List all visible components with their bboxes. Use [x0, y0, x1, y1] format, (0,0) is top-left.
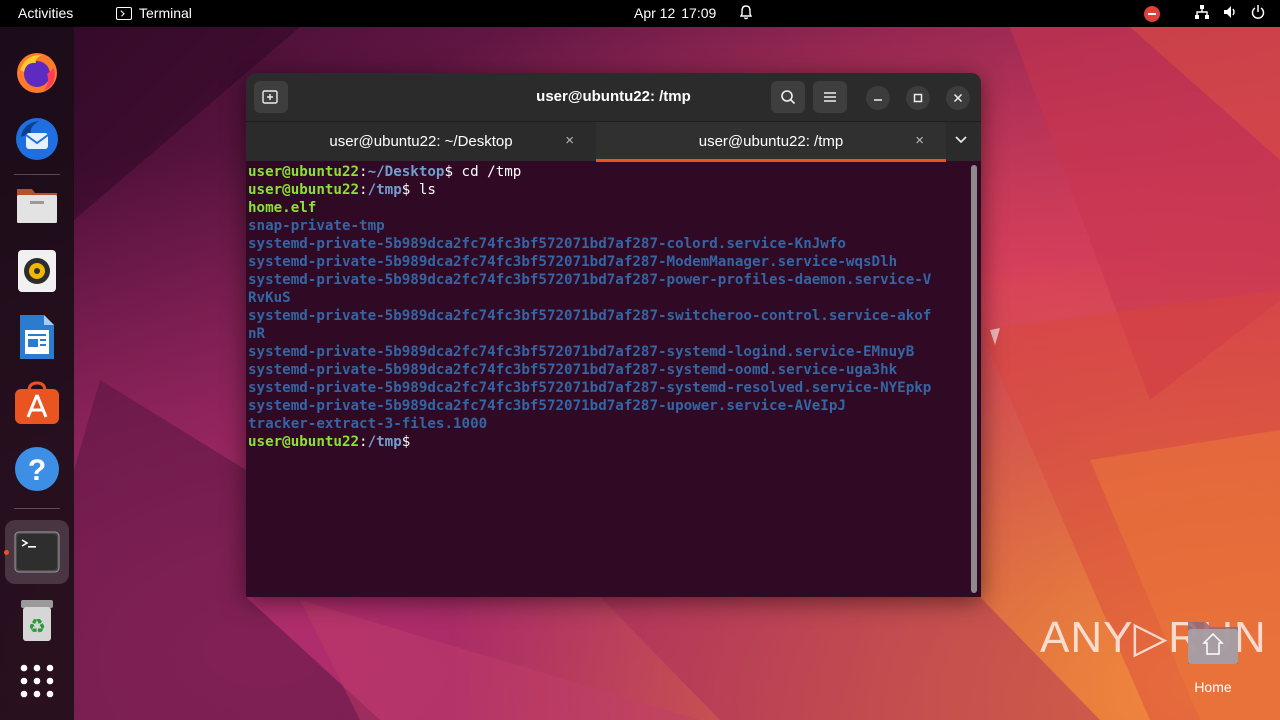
notification-bell-icon[interactable]: [738, 4, 754, 24]
tab-label: user@ubuntu22: /tmp: [698, 133, 844, 150]
activities-button[interactable]: Activities: [18, 5, 73, 21]
chevron-down-icon[interactable]: [953, 131, 969, 147]
search-button[interactable]: [771, 81, 805, 113]
terminal-window: user@ubuntu22: /tmp user@ubuntu22: ~/Des…: [246, 73, 981, 597]
prompt-colon: :: [359, 434, 368, 450]
terminal-line: systemd-private-5b989dca2fc74fc3bf572071…: [248, 343, 981, 361]
help-icon[interactable]: ?: [11, 443, 63, 495]
directory-entry: nR: [248, 326, 266, 342]
trash-icon[interactable]: ♻: [11, 594, 63, 646]
tab-bar: user@ubuntu22: ~/Desktop × user@ubuntu22…: [246, 121, 981, 162]
terminal-line: systemd-private-5b989dca2fc74fc3bf572071…: [248, 271, 981, 289]
dock: ? ♻: [0, 27, 74, 720]
directory-entry: systemd-private-5b989dca2fc74fc3bf572071…: [248, 254, 898, 270]
terminal-line: snap-private-tmp: [248, 217, 981, 235]
prompt-path: ~/Desktop: [367, 164, 445, 180]
directory-entry: systemd-private-5b989dca2fc74fc3bf572071…: [248, 236, 846, 252]
terminal-line: user@ubuntu22:/tmp$ ls: [248, 181, 981, 199]
do-not-disturb-icon[interactable]: [1144, 5, 1160, 22]
prompt-command: $ cd /tmp: [444, 164, 522, 180]
prompt-command: $: [401, 434, 411, 450]
clock[interactable]: Apr 12 17:09: [634, 5, 716, 21]
directory-entry: tracker-extract-3-files.1000: [248, 416, 488, 432]
running-indicator: [4, 550, 9, 555]
volume-icon: [1222, 4, 1238, 23]
tab-close-icon[interactable]: ×: [565, 132, 574, 149]
terminal-app-icon: [116, 6, 132, 20]
terminal-line: systemd-private-5b989dca2fc74fc3bf572071…: [248, 397, 981, 415]
terminal-line: nR: [248, 325, 981, 343]
svg-text:♻: ♻: [28, 614, 46, 638]
prompt-path: /tmp: [367, 182, 402, 198]
terminal-line: user@ubuntu22:~/Desktop$ cd /tmp: [248, 163, 981, 181]
system-tray[interactable]: [1144, 4, 1266, 23]
prompt-user: user@ubuntu22: [248, 434, 360, 450]
app-menu-label: Terminal: [139, 5, 192, 21]
terminal-output[interactable]: user@ubuntu22:~/Desktop$ cd /tmp user@ubu…: [246, 161, 981, 597]
directory-entry: systemd-private-5b989dca2fc74fc3bf572071…: [248, 398, 846, 414]
tab-label: user@ubuntu22: ~/Desktop: [329, 133, 513, 150]
tab-close-icon[interactable]: ×: [915, 132, 924, 149]
rhythmbox-icon[interactable]: [11, 245, 63, 297]
show-apps-icon[interactable]: [11, 655, 63, 707]
terminal-line: systemd-private-5b989dca2fc74fc3bf572071…: [248, 361, 981, 379]
search-icon: [781, 90, 796, 105]
terminal-line: systemd-private-5b989dca2fc74fc3bf572071…: [248, 379, 981, 397]
terminal-line: home.elf: [248, 199, 981, 217]
terminal-line: tracker-extract-3-files.1000: [248, 415, 981, 433]
directory-entry: systemd-private-5b989dca2fc74fc3bf572071…: [248, 344, 915, 360]
directory-entry: systemd-private-5b989dca2fc74fc3bf572071…: [248, 362, 898, 378]
directory-entry: snap-private-tmp: [248, 218, 385, 234]
menu-button[interactable]: [813, 81, 847, 113]
terminal-line: user@ubuntu22:/tmp$: [248, 433, 981, 451]
libreoffice-writer-icon[interactable]: [11, 311, 63, 363]
file-entry: home.elf: [248, 200, 317, 216]
directory-entry: systemd-private-5b989dca2fc74fc3bf572071…: [248, 272, 932, 288]
prompt-colon: :: [359, 182, 368, 198]
terminal-line: systemd-private-5b989dca2fc74fc3bf572071…: [248, 307, 981, 325]
home-folder-label: Home: [1194, 679, 1232, 695]
maximize-icon: [913, 93, 923, 103]
window-titlebar[interactable]: user@ubuntu22: /tmp: [246, 73, 981, 121]
prompt-path: /tmp: [367, 434, 402, 450]
directory-entry: systemd-private-5b989dca2fc74fc3bf572071…: [248, 380, 932, 396]
close-icon: [953, 93, 963, 103]
close-button[interactable]: [946, 86, 970, 110]
directory-entry: RvKuS: [248, 290, 291, 306]
app-menu[interactable]: Terminal: [116, 5, 192, 21]
home-folder-icon[interactable]: [1184, 618, 1242, 668]
scrollbar[interactable]: [971, 165, 977, 593]
maximize-button[interactable]: [906, 86, 930, 110]
terminal-line: systemd-private-5b989dca2fc74fc3bf572071…: [248, 253, 981, 271]
directory-entry: systemd-private-5b989dca2fc74fc3bf572071…: [248, 308, 932, 324]
dock-separator: [14, 174, 60, 175]
prompt-colon: :: [359, 164, 368, 180]
top-bar: Activities Terminal Apr 12 17:09: [0, 0, 1280, 27]
hamburger-icon: [824, 92, 836, 102]
clock-time: 17:09: [681, 5, 717, 21]
prompt-user: user@ubuntu22: [248, 164, 360, 180]
terminal-line: RvKuS: [248, 289, 981, 307]
network-icon: [1194, 4, 1210, 23]
thunderbird-icon[interactable]: [11, 113, 63, 165]
terminal-line: systemd-private-5b989dca2fc74fc3bf572071…: [248, 235, 981, 253]
svg-text:?: ?: [28, 454, 46, 487]
power-icon: [1250, 4, 1266, 23]
files-icon[interactable]: [11, 179, 63, 231]
minimize-button[interactable]: [866, 86, 890, 110]
dock-separator: [14, 508, 60, 509]
app-center-icon[interactable]: [11, 377, 63, 429]
tab-tmp[interactable]: user@ubuntu22: /tmp ×: [596, 122, 946, 162]
firefox-icon[interactable]: [11, 47, 63, 99]
prompt-command: $ ls: [401, 182, 436, 198]
prompt-user: user@ubuntu22: [248, 182, 360, 198]
clock-date: Apr 12: [634, 5, 676, 21]
terminal-icon[interactable]: [11, 526, 63, 578]
tab-desktop[interactable]: user@ubuntu22: ~/Desktop ×: [246, 122, 596, 162]
minimize-icon: [874, 99, 882, 101]
